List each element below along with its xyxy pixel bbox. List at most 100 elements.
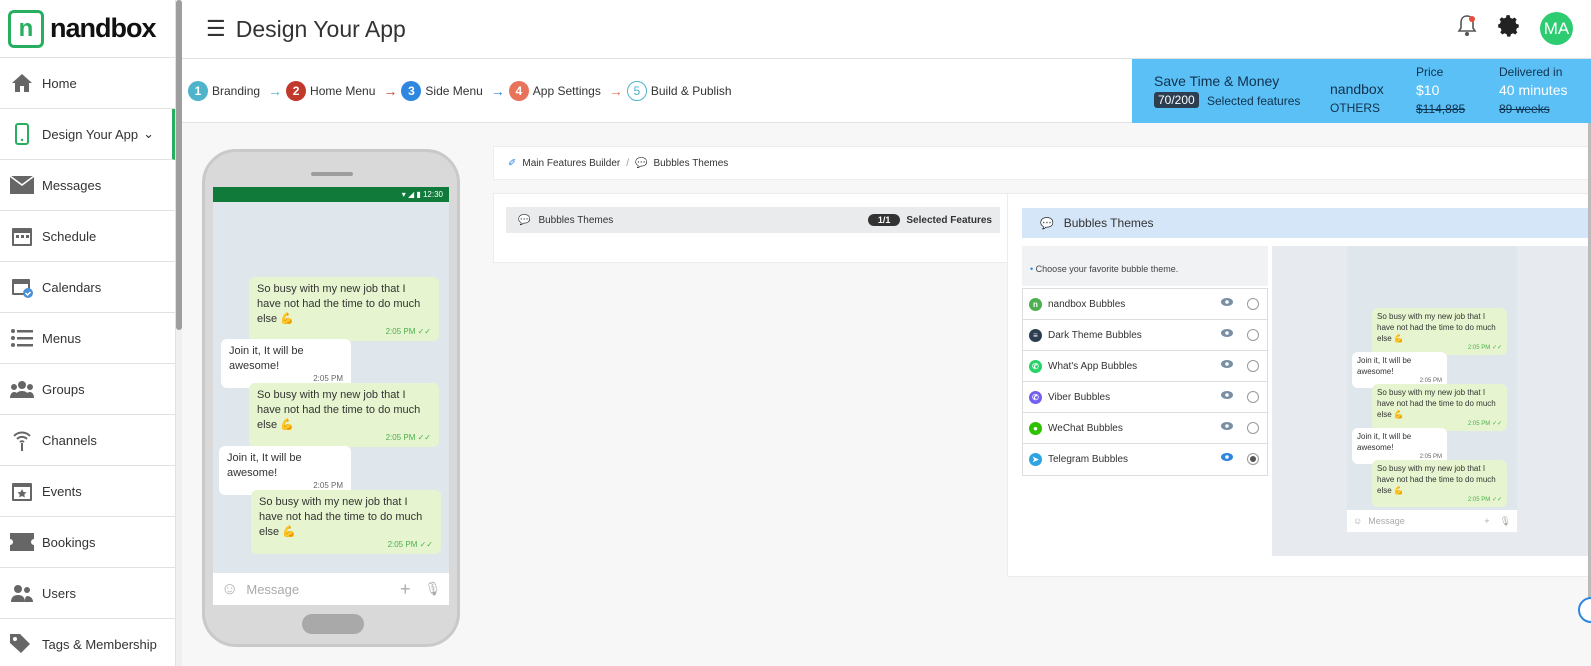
calendar-icon <box>10 224 34 248</box>
double-check-icon: ✓✓ <box>417 327 431 336</box>
step-2[interactable]: 2 Home Menu <box>286 80 375 101</box>
eye-icon[interactable] <box>1221 360 1233 371</box>
chat-bubble-outgoing: So busy with my new job that I have not … <box>251 490 441 554</box>
sidebar-item-label: Users <box>42 585 76 601</box>
step-3[interactable]: 3 Side Menu <box>401 80 483 101</box>
chat-bubble-incoming: Join it, It will be awesome! 2:05 PM <box>1352 428 1447 464</box>
theme-preview-phone: So busy with my new job that I have not … <box>1347 246 1517 532</box>
nandbox-logo-icon: n <box>8 9 44 48</box>
feature-name: Bubbles Themes <box>538 214 614 226</box>
calendar-star-icon <box>10 479 34 503</box>
theme-option-telegram-bubbles[interactable]: ➤ Telegram Bubbles <box>1023 444 1267 475</box>
message-time: 2:05 PM ✓✓ <box>257 327 431 337</box>
chat-bubble-incoming: Join it, It will be awesome! 2:05 PM <box>1352 352 1447 388</box>
promo-banner: Save Time & Money 70/200 Selected featur… <box>1132 59 1591 123</box>
theme-logo-icon: ≡ <box>1029 328 1042 342</box>
top-header: ☰ Design Your App MA <box>182 0 1591 59</box>
theme-option-dark-theme-bubbles[interactable]: ≡ Dark Theme Bubbles <box>1023 320 1267 351</box>
message-time-text: 2:05 PM <box>385 327 416 336</box>
theme-radio[interactable] <box>1247 391 1259 403</box>
phone-home-button <box>302 614 364 634</box>
message-text: So busy with my new job that I have not … <box>1377 312 1496 343</box>
sidebar-item-label: Calendars <box>42 279 102 295</box>
step-5[interactable]: 5 Build & Publish <box>626 80 732 101</box>
sidebar: n nandbox Home Design Your App ⌄ Messages Sc… <box>0 0 176 666</box>
theme-option-wechat-bubbles[interactable]: ● WeChat Bubbles <box>1023 413 1267 444</box>
hamburger-menu-icon[interactable]: ☰ <box>206 16 226 42</box>
bell-icon[interactable] <box>1456 14 1478 43</box>
plus-icon: + <box>399 578 411 599</box>
sidebar-item-bookings[interactable]: Bookings <box>0 517 175 568</box>
envelope-icon <box>10 173 34 197</box>
eye-icon[interactable] <box>1221 298 1233 309</box>
theme-radio[interactable] <box>1247 360 1259 372</box>
chevron-down-icon[interactable]: ⌄ <box>143 126 154 142</box>
bubbles-icon: 💬 <box>635 157 648 169</box>
sidebar-item-channels[interactable]: Channels <box>0 415 175 466</box>
sidebar-item-schedule[interactable]: Schedule <box>0 211 175 262</box>
feature-summary-card: 💬 Bubbles Themes 1/1 Selected Features <box>493 193 1009 263</box>
theme-preview-area: So busy with my new job that I have not … <box>1272 246 1591 556</box>
theme-option-label: Viber Bubbles <box>1048 391 1111 403</box>
step-arrow-icon: → <box>268 82 283 99</box>
delivered-old: 89 weeks <box>1499 102 1550 116</box>
message-text: So busy with my new job that I have not … <box>257 283 421 325</box>
theme-option-nandbox-bubbles[interactable]: n nandbox Bubbles <box>1023 289 1267 320</box>
message-text: So busy with my new job that I have not … <box>259 496 423 538</box>
message-time-text: 2:05 PM <box>313 481 343 490</box>
message-time-text: 2:05 PM <box>1467 421 1491 427</box>
breadcrumb-current: Bubbles Themes <box>653 157 729 169</box>
microphone-icon: 🎙 <box>424 581 441 596</box>
message-text: So busy with my new job that I have not … <box>1377 388 1496 419</box>
eye-icon[interactable] <box>1221 422 1233 433</box>
theme-radio[interactable] <box>1247 422 1259 434</box>
sidebar-item-messages[interactable]: Messages <box>0 160 175 211</box>
sidebar-item-tags-membership[interactable]: Tags & Membership <box>0 619 175 666</box>
price-value: $10 <box>1416 82 1440 98</box>
calendar-check-icon <box>10 275 34 299</box>
chat-bubble-incoming: Join it, It will be awesome! 2:05 PM <box>221 339 351 388</box>
step-4[interactable]: 4 App Settings <box>508 80 601 101</box>
theme-radio[interactable] <box>1247 453 1259 465</box>
eye-icon[interactable] <box>1221 453 1233 464</box>
gear-icon[interactable] <box>1496 13 1522 44</box>
theme-option-viber-bubbles[interactable]: ✆ Viber Bubbles <box>1023 382 1267 413</box>
user-avatar[interactable]: MA <box>1540 12 1573 45</box>
breadcrumb: ✐ Main Features Builder / 💬 Bubbles Them… <box>493 146 1591 180</box>
message-text: Join it, It will be awesome! <box>229 345 304 372</box>
message-text: So busy with my new job that I have not … <box>257 389 421 431</box>
emoji-icon: ☺ <box>1353 516 1363 526</box>
theme-radio[interactable] <box>1247 298 1259 310</box>
theme-logo-icon: ● <box>1029 421 1042 435</box>
theme-radio[interactable] <box>1247 329 1259 341</box>
home-icon <box>10 71 34 95</box>
breadcrumb-root-link[interactable]: Main Features Builder <box>522 158 620 169</box>
sidebar-item-groups[interactable]: Groups <box>0 364 175 415</box>
step-number: 1 <box>188 80 208 101</box>
message-text: Join it, It will be awesome! <box>227 452 302 479</box>
sidebar-item-design-your-app[interactable]: Design Your App ⌄ <box>0 109 175 160</box>
theme-option-label: nandbox Bubbles <box>1048 298 1126 310</box>
brand-logo[interactable]: n nandbox <box>0 0 175 58</box>
theme-option-what-s-app-bubbles[interactable]: ✆ What's App Bubbles <box>1023 351 1267 382</box>
eye-icon[interactable] <box>1221 391 1233 402</box>
theme-list: n nandbox Bubbles ≡ Dark Theme Bubbles ✆ What… <box>1022 288 1268 476</box>
theme-logo-icon: ✆ <box>1029 359 1042 373</box>
delivered-label: Delivered in <box>1499 65 1563 79</box>
sidebar-item-menus[interactable]: Menus <box>0 313 175 364</box>
double-check-icon: ✓✓ <box>1491 497 1502 503</box>
theme-option-label: Dark Theme Bubbles <box>1048 329 1142 341</box>
themes-hint: • Choose your favorite bubble theme. <box>1022 246 1268 286</box>
sidebar-item-home[interactable]: Home <box>0 58 175 109</box>
eye-icon[interactable] <box>1221 329 1233 340</box>
feature-row[interactable]: 💬 Bubbles Themes 1/1 Selected Features <box>506 207 1000 233</box>
phone-preview: ▾ ◢ ▮ 12:30 So busy with my new job that… <box>202 149 460 647</box>
double-check-icon: ✓✓ <box>1491 421 1502 427</box>
sidebar-item-events[interactable]: Events <box>0 466 175 517</box>
sidebar-item-calendars[interactable]: Calendars <box>0 262 175 313</box>
step-1[interactable]: 1 Branding <box>188 80 260 101</box>
themes-panel-title: Bubbles Themes <box>1063 216 1154 230</box>
sidebar-item-users[interactable]: Users <box>0 568 175 619</box>
step-arrow-icon: → <box>383 82 398 99</box>
users-icon <box>10 377 34 401</box>
